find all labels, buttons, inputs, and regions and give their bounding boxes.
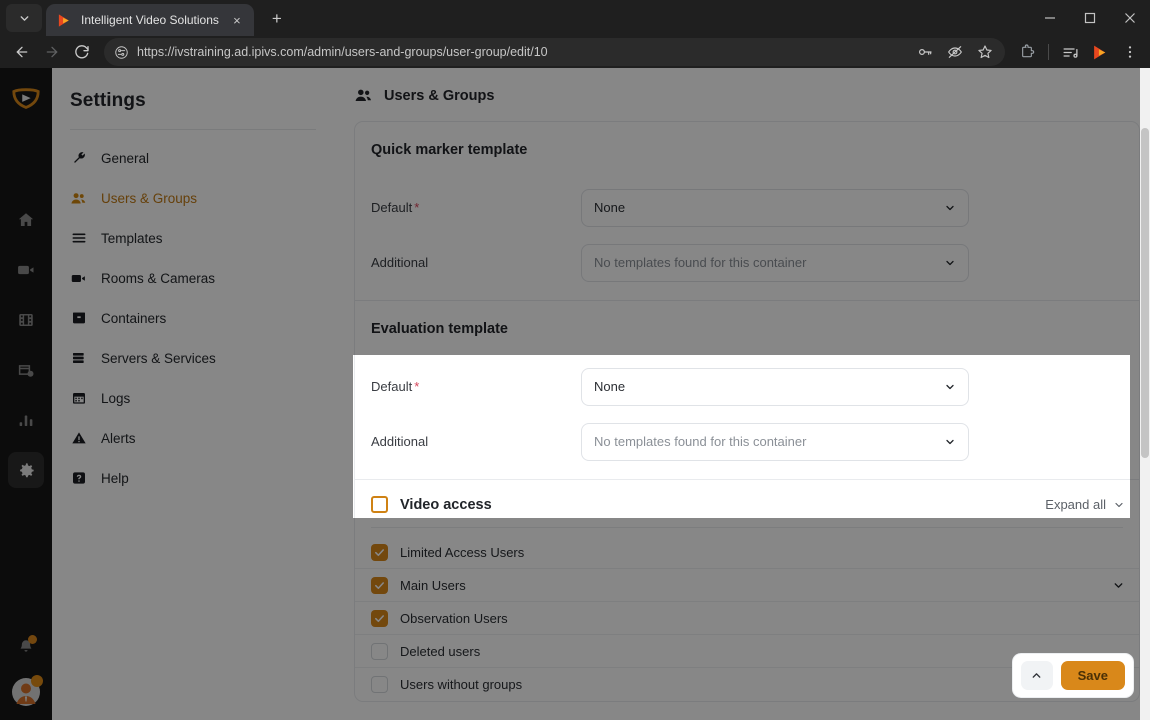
reload-icon [75,45,89,59]
page-settings-icon[interactable] [114,45,129,60]
field-label-text: Default [371,379,413,394]
tracking-protection-button[interactable] [941,38,969,66]
dim-overlay-top [0,68,1150,355]
ivs-profile-icon [1093,45,1105,59]
expand-all-button[interactable]: Expand all [1045,497,1125,512]
ivs-play-logo-icon [58,13,69,27]
back-button[interactable] [8,38,36,66]
back-arrow-icon [16,46,28,58]
video-access-title: Video access [400,496,492,513]
extensions-puzzle-icon [1022,44,1035,58]
password-key-icon [919,48,932,55]
new-tab-button[interactable]: + [263,5,291,33]
dim-overlay-bottom [0,518,1150,720]
address-bar[interactable]: https://ivstraining.ad.ipivs.com/admin/u… [104,38,1005,66]
window-maximize-button[interactable] [1070,0,1110,36]
tab-close-button[interactable]: × [228,11,246,29]
video-access-checkbox[interactable] [371,496,388,513]
close-icon [1125,13,1135,23]
page-viewport: Settings General Users & Groups Template… [0,68,1150,720]
maximize-icon [1084,12,1096,24]
dim-overlay-left [0,355,353,518]
evaluation-default-row: Default * None [371,359,1115,414]
forward-button[interactable] [38,38,66,66]
field-label: Additional [371,434,429,449]
address-bar-url: https://ivstraining.ad.ipivs.com/admin/u… [137,45,548,59]
chevron-down-icon [1113,499,1125,511]
window-close-button[interactable] [1110,0,1150,36]
bookmark-button[interactable] [971,38,999,66]
chevron-down-icon [20,15,28,21]
tab-strip: Intelligent Video Solutions × + [0,0,1150,36]
page-scrollbar-thumb[interactable] [1141,128,1149,458]
browser-toolbar: https://ivstraining.ad.ipivs.com/admin/u… [0,36,1150,68]
evaluation-additional-row: Additional No templates found for this c… [371,414,1115,469]
chevron-down-icon [944,381,956,393]
tab-title: Intelligent Video Solutions [81,13,219,27]
browser-window: Intelligent Video Solutions × + https://… [0,0,1150,720]
reading-list-button[interactable] [1056,38,1084,66]
browser-tab[interactable]: Intelligent Video Solutions × [46,4,254,36]
evaluation-additional-select[interactable]: No templates found for this container [581,422,969,461]
reload-button[interactable] [68,38,96,66]
chevron-down-icon [944,436,956,448]
tab-search-button[interactable] [6,4,42,32]
ivs-profile-button[interactable] [1086,38,1114,66]
bookmark-star-icon [978,45,992,59]
reading-list-icon [1062,47,1078,58]
page-scrollbar[interactable] [1140,68,1150,720]
chrome-menu-button[interactable] [1116,38,1144,66]
omnibox-actions [911,38,999,66]
window-minimize-button[interactable] [1030,0,1070,36]
forward-arrow-icon [46,46,58,58]
window-controls [1030,0,1150,36]
expand-all-label: Expand all [1045,497,1106,512]
chevron-up-icon [1032,673,1041,678]
evaluation-default-select[interactable]: None [581,367,969,406]
select-value: None [594,379,626,394]
save-button[interactable]: Save [1060,661,1125,690]
extensions-button[interactable] [1013,38,1041,66]
save-bar: Save [1011,653,1134,698]
required-asterisk: * [414,379,420,394]
field-label: Default * [371,379,581,394]
select-value: No templates found for this container [594,434,807,449]
scroll-to-top-button[interactable] [1020,661,1053,690]
password-manager-button[interactable] [911,38,939,66]
minimize-icon [1045,17,1055,19]
chrome-menu-icon [1128,46,1132,58]
eye-slash-icon [948,46,962,58]
toolbar-divider [1048,44,1049,60]
